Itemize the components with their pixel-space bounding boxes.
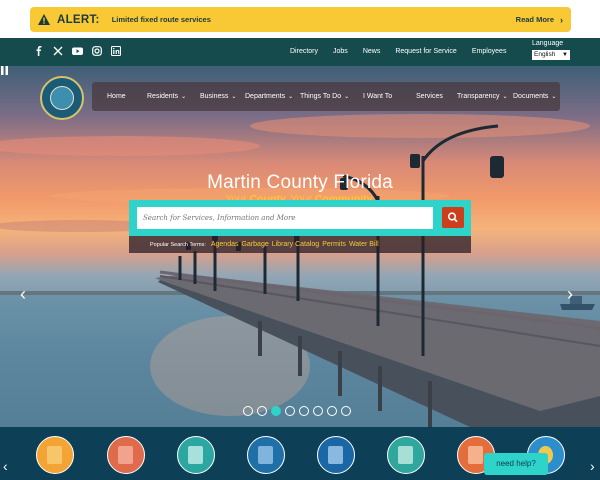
popular-term-garbage[interactable]: Garbage [241, 241, 268, 248]
popular-term-water-bill[interactable]: Water Bill [349, 241, 379, 248]
chevron-right-icon[interactable]: › [560, 15, 563, 25]
binders-icon[interactable] [247, 436, 285, 474]
slider-dot[interactable] [299, 406, 309, 416]
nav-label: I Want To [363, 93, 393, 100]
chevron-down-icon: ⌄ [344, 94, 350, 100]
utility-link-employees[interactable]: Employees [472, 48, 507, 55]
caret-down-icon: ▼ [562, 52, 568, 58]
social-links [34, 46, 121, 56]
popular-term-permits[interactable]: Permits [322, 241, 346, 248]
alert-message[interactable]: Limited fixed route services [112, 15, 211, 24]
slider-dot[interactable] [257, 406, 267, 416]
nav-label: Business [200, 93, 229, 100]
slider-prev-arrow-icon[interactable]: ‹ [20, 284, 26, 305]
stamp-icon[interactable] [317, 436, 355, 474]
seal-emblem [50, 86, 74, 110]
chevron-down-icon: ⌄ [231, 94, 237, 100]
water-faucet-icon[interactable] [36, 436, 74, 474]
language-select[interactable]: English ▼ [532, 50, 570, 60]
nav-item-departments[interactable]: Departments ⌄ [245, 93, 293, 100]
nav-item-services[interactable]: Services [416, 93, 443, 100]
warning-icon [38, 14, 50, 25]
permit-document-icon[interactable] [387, 436, 425, 474]
facebook-icon[interactable] [34, 46, 44, 56]
slider-next-arrow-icon[interactable]: › [567, 284, 573, 305]
alert-read-more-link[interactable]: Read More [516, 15, 554, 24]
utility-link-request-for-service[interactable]: Request for Service [395, 48, 456, 55]
slider-dot[interactable] [313, 406, 323, 416]
nav-item-i-want-to[interactable]: I Want To [363, 93, 392, 100]
quick-links-next-icon[interactable]: › [590, 458, 595, 474]
utility-link-directory[interactable]: Directory [290, 48, 318, 55]
courthouse-icon[interactable] [107, 436, 145, 474]
nav-label: Departments [245, 93, 286, 100]
alert-title: ALERT: [57, 13, 100, 26]
alert-region: ALERT: Limited fixed route services Read… [0, 0, 600, 38]
nav-item-transparency[interactable]: Transparency ⌄ [457, 93, 508, 100]
nav-item-documents[interactable]: Documents ⌄ [513, 93, 556, 100]
slider-dots [243, 406, 351, 416]
popular-label: Popular Search Terms: [150, 241, 206, 248]
popular-term-library-catalog[interactable]: Library Catalog [272, 241, 319, 248]
nav-item-home[interactable]: Home [107, 93, 126, 100]
popular-search-terms: Popular Search Terms: Agendas Garbage Li… [129, 236, 471, 253]
linkedin-icon[interactable] [111, 46, 121, 56]
pause-icon[interactable] [0, 66, 9, 75]
county-seal-logo[interactable] [40, 76, 84, 120]
language-label: Language [532, 40, 564, 47]
nav-label: Residents [147, 93, 179, 100]
quick-links-prev-icon[interactable]: ‹ [3, 458, 8, 474]
nav-label: Services [416, 93, 443, 100]
alert-bar[interactable]: ALERT: Limited fixed route services Read… [30, 7, 571, 32]
nav-label: Home [107, 93, 126, 100]
slider-dot[interactable] [285, 406, 295, 416]
utility-bar: Directory Jobs News Request for Service … [0, 38, 600, 66]
chevron-down-icon: ⌄ [551, 94, 557, 100]
instagram-icon[interactable] [92, 46, 102, 56]
hero-title: Martin County Florida [207, 172, 393, 193]
main-navigation: Home Residents ⌄ Business ⌄ Departments ⌄ T… [92, 82, 560, 111]
chevron-down-icon: ⌄ [181, 94, 187, 100]
slider-dot-active[interactable] [271, 406, 281, 416]
utility-links: Directory Jobs News Request for Service … [290, 48, 521, 55]
chevron-down-icon: ⌄ [288, 94, 294, 100]
nav-label: Documents [513, 93, 549, 100]
nav-label: Things To Do [300, 93, 342, 100]
utility-link-jobs[interactable]: Jobs [333, 48, 348, 55]
chevron-down-icon: ⌄ [502, 94, 508, 100]
slider-dot[interactable] [243, 406, 253, 416]
nav-item-things-to-do[interactable]: Things To Do ⌄ [300, 93, 349, 100]
language-value: English [534, 51, 556, 58]
nav-item-residents[interactable]: Residents ⌄ [147, 93, 186, 100]
youtube-icon[interactable] [72, 46, 83, 56]
nav-item-business[interactable]: Business ⌄ [200, 93, 236, 100]
x-icon[interactable] [53, 46, 63, 56]
popular-term-agendas[interactable]: Agendas [211, 241, 239, 248]
search-input[interactable] [137, 207, 433, 229]
clipboard-icon[interactable] [177, 436, 215, 474]
search-icon [447, 212, 458, 223]
search-button[interactable] [442, 207, 464, 228]
nav-label: Transparency [457, 93, 500, 100]
slider-dot[interactable] [327, 406, 337, 416]
slider-dot[interactable] [341, 406, 351, 416]
utility-link-news[interactable]: News [363, 48, 381, 55]
need-help-button[interactable]: need help? [484, 453, 548, 475]
